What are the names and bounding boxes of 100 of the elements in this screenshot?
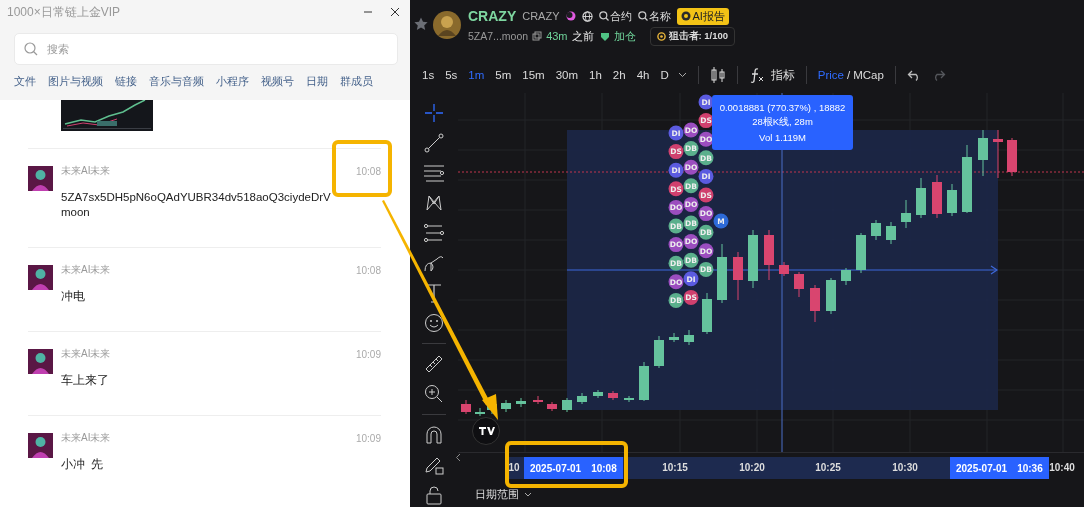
trend-line-icon[interactable] bbox=[424, 133, 444, 153]
candle bbox=[547, 401, 557, 412]
candle bbox=[608, 390, 618, 401]
date-range-button[interactable]: 日期范围 bbox=[475, 486, 532, 502]
search-link[interactable]: 合约 bbox=[598, 8, 632, 24]
avatar bbox=[28, 433, 53, 458]
category-tab[interactable]: 图片与视频 bbox=[48, 74, 103, 89]
category-tab[interactable]: 音乐与音频 bbox=[149, 74, 204, 89]
token-name: CRAZY bbox=[468, 8, 517, 24]
contract-address[interactable]: 5ZA7...moon bbox=[468, 30, 529, 42]
star-icon[interactable] bbox=[414, 17, 428, 31]
sender-name: 未来AI未来 bbox=[61, 431, 111, 445]
smiley-icon[interactable] bbox=[424, 313, 444, 333]
moon-icon[interactable] bbox=[565, 11, 576, 21]
token-avatar bbox=[432, 10, 462, 40]
logo-icon[interactable] bbox=[472, 417, 500, 445]
cursor-date: 2025-07-01 bbox=[530, 462, 582, 474]
unit-toggle[interactable]: MCap bbox=[853, 69, 884, 81]
interval-tab[interactable]: 1m bbox=[468, 69, 485, 81]
parallel-lines-icon[interactable] bbox=[423, 163, 445, 183]
message-text: 小冲 先 bbox=[61, 457, 105, 472]
unit-toggle[interactable]: Price bbox=[817, 69, 844, 81]
candle bbox=[684, 329, 694, 346]
interval-tab[interactable]: 15m bbox=[522, 69, 545, 81]
category-tab[interactable]: 群成员 bbox=[340, 74, 373, 89]
search-field[interactable]: 搜索 bbox=[14, 33, 398, 65]
fib-lines-icon[interactable] bbox=[423, 223, 445, 243]
highlight-frame bbox=[332, 140, 392, 197]
message-time: 10:09 bbox=[355, 432, 381, 444]
candle bbox=[702, 292, 712, 335]
category-tab[interactable]: 视频号 bbox=[261, 74, 294, 89]
brush-icon[interactable] bbox=[423, 253, 445, 273]
avatar bbox=[28, 265, 53, 290]
candle bbox=[779, 261, 789, 277]
message-time: 10:08 bbox=[355, 165, 381, 177]
search-icon bbox=[598, 11, 609, 21]
age-suffix: 之前 bbox=[571, 28, 594, 44]
candle bbox=[475, 407, 485, 417]
pencil-lock-icon[interactable] bbox=[424, 455, 444, 475]
undo-icon[interactable] bbox=[906, 69, 921, 81]
candle bbox=[516, 397, 526, 408]
sender-name: 未来AI未来 bbox=[61, 347, 111, 361]
interval-tab[interactable]: 5m bbox=[495, 69, 512, 81]
category-tab[interactable]: 小程序 bbox=[216, 74, 249, 89]
sender-name: 未来AI未来 bbox=[61, 263, 111, 277]
category-tab[interactable]: 链接 bbox=[115, 74, 137, 89]
axis-label: 10:30 bbox=[892, 462, 918, 473]
ai-report-button[interactable]: AI报告 bbox=[676, 7, 729, 25]
message-text: 5ZA7sx5DH5pN6oQAdYUBR34dv518aoQ3ciydeDrVmoon bbox=[61, 190, 332, 220]
candle bbox=[841, 267, 851, 286]
snipers-badge: 狙击者: 1/100 bbox=[649, 26, 736, 46]
category-tab[interactable]: 日期 bbox=[306, 74, 328, 89]
category-tab[interactable]: 文件 bbox=[14, 74, 36, 89]
function-icon bbox=[748, 67, 765, 83]
search-link[interactable]: 名称 bbox=[637, 8, 671, 24]
avatar bbox=[28, 166, 53, 191]
candle bbox=[856, 232, 866, 274]
candle bbox=[764, 229, 774, 281]
candle bbox=[639, 361, 649, 402]
interval-tab[interactable]: 4h bbox=[636, 69, 650, 81]
copy-icon[interactable] bbox=[532, 31, 543, 41]
interval-tab[interactable]: D bbox=[660, 69, 669, 81]
candle bbox=[562, 397, 572, 413]
coin-icon bbox=[680, 11, 691, 21]
magnet-icon[interactable] bbox=[425, 425, 443, 445]
candle bbox=[947, 183, 957, 217]
candle bbox=[733, 251, 743, 301]
indicators-button[interactable]: 指标 bbox=[748, 67, 795, 83]
candle bbox=[533, 395, 543, 405]
cursor-time: 10:36 bbox=[1017, 462, 1043, 474]
crosshair-icon[interactable] bbox=[424, 103, 444, 123]
message-text: 冲电 bbox=[61, 289, 86, 304]
candle bbox=[962, 144, 972, 214]
candle bbox=[886, 221, 896, 245]
candle bbox=[932, 174, 942, 219]
collapse-icon[interactable] bbox=[455, 453, 461, 462]
token-symbol: CRAZY bbox=[522, 10, 560, 22]
candle bbox=[461, 399, 471, 415]
zoom-in-icon[interactable] bbox=[424, 384, 444, 404]
caret-icon[interactable] bbox=[677, 72, 687, 78]
pattern-icon[interactable] bbox=[424, 193, 444, 213]
globe-icon[interactable] bbox=[581, 10, 593, 22]
lock-icon[interactable] bbox=[425, 485, 443, 505]
interval-tab[interactable]: 2h bbox=[612, 69, 626, 81]
interval-tab[interactable]: 1h bbox=[589, 69, 602, 81]
window-title: 1000×日常链上金VIP bbox=[7, 3, 122, 21]
candle bbox=[794, 271, 804, 298]
token-tag: 加仓 bbox=[613, 28, 636, 44]
interval-tab[interactable]: 1s bbox=[422, 69, 435, 81]
candle bbox=[501, 399, 511, 413]
ruler-icon[interactable] bbox=[424, 354, 444, 374]
candle bbox=[826, 277, 836, 315]
text-tool-icon[interactable] bbox=[425, 283, 443, 303]
axis-label: 10:15 bbox=[662, 462, 688, 473]
candlestick-icon[interactable] bbox=[709, 66, 726, 84]
interval-tab[interactable]: 5s bbox=[445, 69, 458, 81]
candle bbox=[1007, 137, 1017, 177]
candle bbox=[993, 129, 1003, 179]
close-icon[interactable] bbox=[390, 7, 400, 17]
interval-tab[interactable]: 30m bbox=[555, 69, 579, 81]
